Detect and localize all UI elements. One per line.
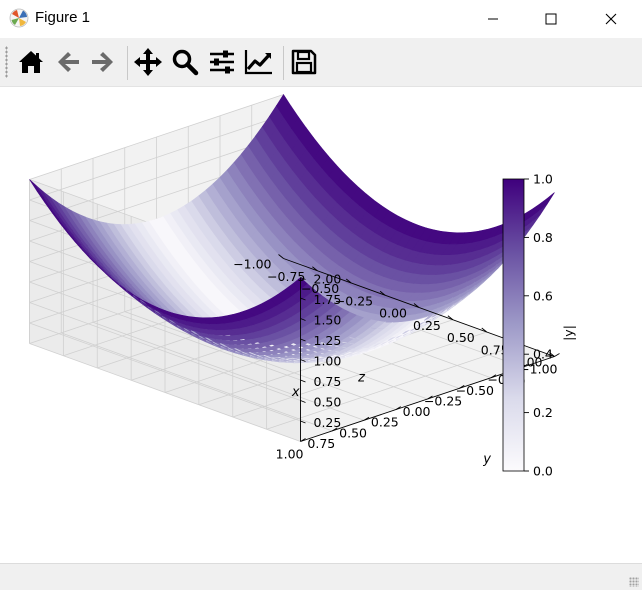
x-tick-label: 0.25 bbox=[413, 318, 441, 333]
x-tick-label: 0.00 bbox=[379, 306, 407, 321]
save-button[interactable] bbox=[287, 44, 321, 80]
minimize-button[interactable] bbox=[470, 0, 516, 38]
pan-button[interactable] bbox=[131, 44, 165, 80]
colorbar-tick-label: 0.0 bbox=[533, 464, 553, 479]
x-tick-label: −0.75 bbox=[267, 269, 305, 284]
save-icon bbox=[290, 48, 318, 76]
back-icon bbox=[54, 48, 82, 76]
surface-plot[interactable]: −1.00−0.75−0.50−0.250.000.250.500.751.00… bbox=[0, 87, 642, 563]
y-tick-label: 0.50 bbox=[339, 425, 367, 440]
z-tick-label: 0.75 bbox=[314, 374, 342, 389]
x-tick-label: −1.00 bbox=[233, 257, 271, 272]
edit-axes-icon bbox=[244, 48, 274, 76]
colorbar-tick-label: 0.6 bbox=[533, 288, 553, 303]
colorbar-tick-label: 0.2 bbox=[533, 405, 553, 420]
y-tick-label: 0.00 bbox=[403, 404, 431, 419]
toolbar-separator bbox=[283, 46, 284, 80]
close-icon bbox=[605, 13, 617, 25]
z-tick-label: 1.00 bbox=[314, 354, 342, 369]
forward-button[interactable] bbox=[86, 44, 120, 80]
z-tick-label: 1.50 bbox=[314, 313, 342, 328]
pan-icon bbox=[133, 47, 163, 77]
home-button[interactable] bbox=[14, 44, 48, 80]
zoom-icon bbox=[171, 48, 199, 76]
y-tick-label: 0.75 bbox=[307, 436, 335, 451]
z-axis-label: z bbox=[357, 371, 366, 386]
maximize-button[interactable] bbox=[528, 0, 574, 38]
z-tick-label: 1.75 bbox=[314, 292, 342, 307]
title-bar: Figure 1 bbox=[0, 0, 642, 38]
resize-grip[interactable] bbox=[629, 577, 639, 587]
colorbar-tick-label: 0.4 bbox=[533, 347, 553, 362]
zoom-button[interactable] bbox=[168, 44, 202, 80]
z-tick-label: 0.25 bbox=[314, 415, 342, 430]
colorbar-tick-label: 1.0 bbox=[533, 172, 553, 187]
colorbar: 0.0 0.2 0.4 0.6 0.8 1.0 |y| bbox=[503, 172, 576, 479]
y-tick-label: 0.25 bbox=[371, 415, 399, 430]
y-tick-label: 1.00 bbox=[276, 447, 304, 462]
configure-subplots-icon bbox=[208, 48, 236, 76]
home-icon bbox=[17, 48, 45, 76]
edit-axes-button[interactable] bbox=[242, 44, 276, 80]
colorbar-label: |y| bbox=[561, 325, 576, 341]
back-button[interactable] bbox=[51, 44, 85, 80]
window-title: Figure 1 bbox=[35, 9, 90, 26]
z-tick-label: 2.00 bbox=[314, 272, 342, 287]
forward-icon bbox=[89, 48, 117, 76]
surface-face bbox=[540, 193, 555, 210]
x-tick-label: 0.50 bbox=[447, 330, 475, 345]
tick-mark bbox=[555, 354, 560, 357]
matplotlib-logo-icon bbox=[9, 8, 29, 28]
colorbar-gradient bbox=[503, 179, 524, 471]
navigation-toolbar bbox=[0, 38, 642, 87]
maximize-icon bbox=[545, 13, 557, 25]
status-bar bbox=[0, 563, 642, 590]
z-tick-label: 1.25 bbox=[314, 333, 342, 348]
close-button[interactable] bbox=[588, 0, 634, 38]
toolbar-grip[interactable] bbox=[5, 46, 8, 78]
x-axis-label: x bbox=[291, 385, 300, 400]
colorbar-tick-label: 0.8 bbox=[533, 230, 553, 245]
y-axis-label: y bbox=[482, 452, 491, 467]
minimize-icon bbox=[487, 13, 499, 25]
configure-subplots-button[interactable] bbox=[205, 44, 239, 80]
z-tick-label: 0.50 bbox=[314, 395, 342, 410]
toolbar-separator bbox=[127, 46, 128, 80]
figure-canvas[interactable]: −1.00−0.75−0.50−0.250.000.250.500.751.00… bbox=[0, 87, 642, 563]
